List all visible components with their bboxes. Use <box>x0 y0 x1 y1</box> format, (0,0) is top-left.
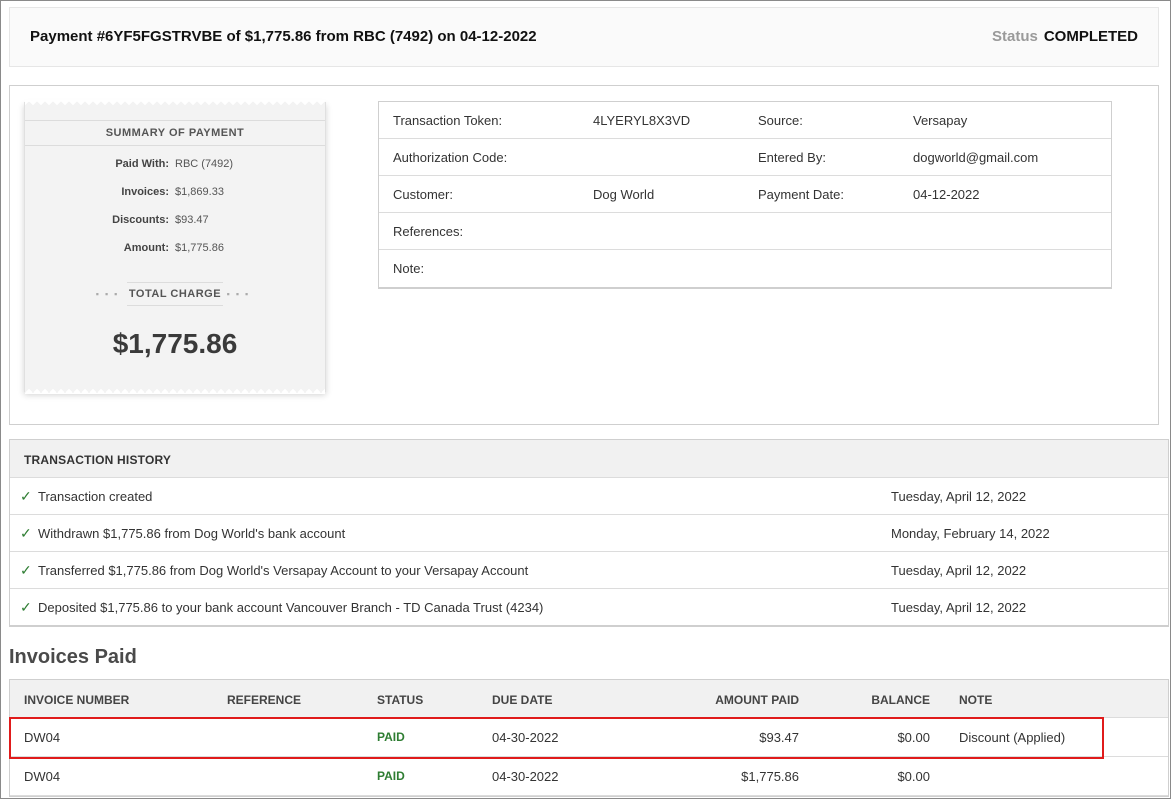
payment-receipt: SUMMARY OF PAYMENT Paid With: RBC (7492)… <box>24 100 326 394</box>
detail-row: Authorization Code: Entered By: dogworld… <box>379 139 1111 176</box>
invoices-table: INVOICE NUMBER REFERENCE STATUS DUE DATE… <box>9 679 1169 797</box>
dots-decoration: ▪▪▪ <box>95 289 124 299</box>
checkmark-icon: ✓ <box>20 562 32 578</box>
history-item-date: Tuesday, April 12, 2022 <box>891 489 1027 504</box>
receipt-row-label: Discounts: <box>112 214 169 226</box>
receipt-row-label: Invoices: <box>121 186 169 198</box>
table-row[interactable]: DW04 PAID 04-30-2022 $93.47 $0.00 Discou… <box>10 718 1168 757</box>
receipt-row-value: RBC (7492) <box>175 158 234 170</box>
detail-label: Entered By: <box>758 150 826 165</box>
detail-value: dogworld@gmail.com <box>913 150 1039 165</box>
history-item-text: Withdrawn $1,775.86 from Dog World's ban… <box>38 526 346 541</box>
transaction-history: TRANSACTION HISTORY ✓ Transaction create… <box>9 439 1169 627</box>
checkmark-icon: ✓ <box>20 488 32 504</box>
invoice-status: PAID <box>377 730 405 744</box>
receipt-rows: Paid With: RBC (7492) Invoices: $1,869.3… <box>25 158 325 270</box>
invoice-balance: $0.00 <box>897 730 930 745</box>
detail-label: Payment Date: <box>758 187 844 202</box>
table-row[interactable]: DW04 PAID 04-30-2022 $1,775.86 $0.00 <box>10 757 1168 796</box>
detail-label: Authorization Code: <box>393 150 508 165</box>
invoice-balance: $0.00 <box>897 769 930 784</box>
receipt-row-value: $1,869.33 <box>175 186 224 198</box>
column-header-balance[interactable]: BALANCE <box>871 693 930 707</box>
total-charge-label: TOTAL CHARGE <box>126 282 224 306</box>
column-header-status[interactable]: STATUS <box>377 693 423 707</box>
detail-value: Versapay <box>913 113 968 128</box>
receipt-title: SUMMARY OF PAYMENT <box>25 120 325 146</box>
receipt-row-paid-with: Paid With: RBC (7492) <box>25 158 325 186</box>
status-indicator: Status COMPLETED <box>992 28 1138 45</box>
column-header-due-date[interactable]: DUE DATE <box>492 693 552 707</box>
detail-row: Customer: Dog World Payment Date: 04-12-… <box>379 176 1111 213</box>
receipt-edge-bottom <box>25 388 325 394</box>
receipt-row-label: Paid With: <box>115 158 169 170</box>
page-title: Payment #6YF5FGSTRVBE of $1,775.86 from … <box>30 28 537 45</box>
detail-row: Note: <box>379 250 1111 287</box>
history-item-date: Monday, February 14, 2022 <box>891 526 1050 541</box>
receipt-row-label: Amount: <box>123 242 169 254</box>
column-header-amount-paid[interactable]: AMOUNT PAID <box>715 693 799 707</box>
invoice-amount-paid: $93.47 <box>759 730 799 745</box>
column-header-note[interactable]: NOTE <box>959 693 992 707</box>
invoice-amount-paid: $1,775.86 <box>741 769 799 784</box>
history-item-text: Transaction created <box>38 489 153 504</box>
detail-row: References: <box>379 213 1111 250</box>
receipt-row-discounts: Discounts: $93.47 <box>25 214 325 242</box>
detail-label: References: <box>393 224 464 239</box>
payment-header: Payment #6YF5FGSTRVBE of $1,775.86 from … <box>9 7 1159 67</box>
invoice-number: DW04 <box>24 769 61 784</box>
invoice-due-date: 04-30-2022 <box>492 769 559 784</box>
history-item-date: Tuesday, April 12, 2022 <box>891 563 1027 578</box>
detail-label: Note: <box>393 261 425 276</box>
table-header: INVOICE NUMBER REFERENCE STATUS DUE DATE… <box>10 680 1168 718</box>
detail-label: Source: <box>758 113 803 128</box>
history-item-text: Deposited $1,775.86 to your bank account… <box>38 600 544 615</box>
receipt-edge-top <box>25 100 325 106</box>
detail-row: Transaction Token: 4LYERYL8X3VD Source: … <box>379 102 1111 139</box>
column-header-reference[interactable]: REFERENCE <box>227 693 301 707</box>
invoice-status: PAID <box>377 769 405 783</box>
status-label: Status <box>991 28 1038 45</box>
dots-decoration: ▪▪▪ <box>226 289 255 299</box>
invoice-number: DW04 <box>24 730 61 745</box>
checkmark-icon: ✓ <box>20 599 32 615</box>
detail-value: Dog World <box>593 187 655 202</box>
status-value: COMPLETED <box>1043 28 1138 45</box>
detail-label: Customer: <box>393 187 453 202</box>
history-item: ✓ Withdrawn $1,775.86 from Dog World's b… <box>10 515 1168 552</box>
column-header-invoice-number[interactable]: INVOICE NUMBER <box>24 693 129 707</box>
transaction-details-table: Transaction Token: 4LYERYL8X3VD Source: … <box>378 101 1112 289</box>
history-item-date: Tuesday, April 12, 2022 <box>891 600 1027 615</box>
history-item: ✓ Transferred $1,775.86 from Dog World's… <box>10 552 1168 589</box>
receipt-row-invoices: Invoices: $1,869.33 <box>25 186 325 214</box>
history-item-text: Transferred $1,775.86 from Dog World's V… <box>38 563 529 578</box>
invoices-paid-title: Invoices Paid <box>9 646 137 668</box>
history-item: ✓ Deposited $1,775.86 to your bank accou… <box>10 589 1168 626</box>
invoice-due-date: 04-30-2022 <box>492 730 559 745</box>
payment-summary-panel: SUMMARY OF PAYMENT Paid With: RBC (7492)… <box>9 85 1159 425</box>
detail-label: Transaction Token: <box>393 113 503 128</box>
transaction-history-title: TRANSACTION HISTORY <box>10 440 1168 478</box>
detail-value: 04-12-2022 <box>913 187 980 202</box>
receipt-row-value: $93.47 <box>175 214 209 226</box>
total-charge-amount: $1,775.86 <box>112 328 238 359</box>
checkmark-icon: ✓ <box>20 525 32 541</box>
history-item: ✓ Transaction created Tuesday, April 12,… <box>10 478 1168 515</box>
receipt-row-value: $1,775.86 <box>175 242 224 254</box>
total-charge-label-row: ▪▪▪ TOTAL CHARGE ▪▪▪ <box>25 282 325 306</box>
detail-value: 4LYERYL8X3VD <box>593 113 691 128</box>
receipt-row-amount: Amount: $1,775.86 <box>25 242 325 270</box>
invoice-note: Discount (Applied) <box>959 730 1066 745</box>
